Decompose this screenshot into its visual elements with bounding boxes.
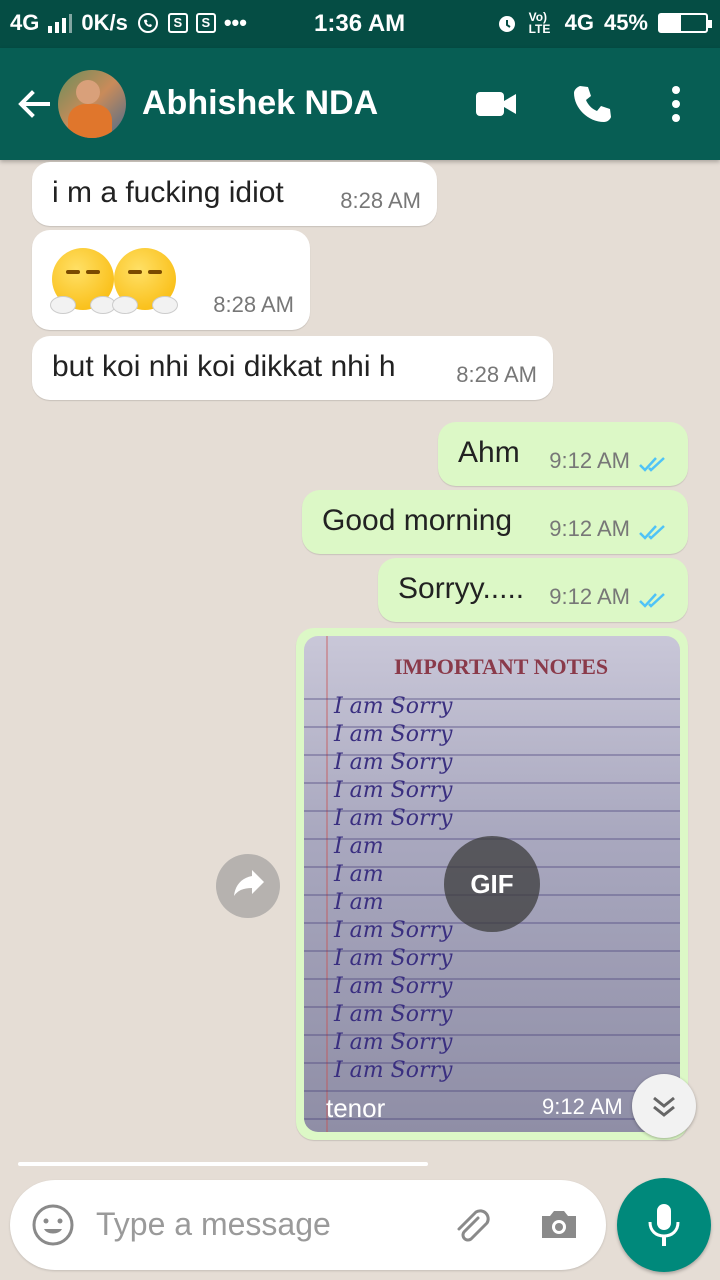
emoji-icon[interactable] <box>30 1202 76 1248</box>
message-outgoing[interactable]: Sorryy..... 9:12 AM <box>378 558 688 622</box>
tenor-label: tenor <box>326 1093 386 1123</box>
screenshot-notification-icon-2: S <box>195 13 216 33</box>
gif-handwritten-line: I am Sorry <box>334 694 453 719</box>
gif-handwritten-line: I am Sorry <box>334 1002 453 1027</box>
message-incoming[interactable]: but koi nhi koi dikkat nhi h 8:28 AM <box>32 336 553 400</box>
gif-notes-title: IMPORTANT NOTES <box>394 654 609 679</box>
mic-icon <box>648 1204 680 1246</box>
message-time: 9:12 AM <box>549 584 630 609</box>
gif-handwritten-line: I am <box>334 862 384 887</box>
screenshot-notification-icon: S <box>167 13 188 33</box>
gif-handwritten-line: I am Sorry <box>334 946 453 971</box>
gif-handwritten-line: I am Sorry <box>334 974 453 999</box>
steam-face-emoji <box>112 248 178 314</box>
gif-handwritten-line: I am <box>334 834 384 859</box>
clock: 1:36 AM <box>314 10 406 37</box>
message-time: 8:28 AM <box>340 188 421 213</box>
message-time: 8:28 AM <box>213 292 294 317</box>
gif-play-badge[interactable]: GIF <box>444 836 540 932</box>
status-bar: 4G 0K/s S S ••• 1:36 AM Vo) LTE 4G 45% <box>0 0 720 48</box>
contact-name[interactable]: Abhishek NDA <box>142 84 378 123</box>
video-call-icon[interactable] <box>474 82 518 126</box>
message-outgoing[interactable]: Ahm 9:12 AM <box>438 422 688 486</box>
gif-handwritten-line: I am Sorry <box>334 722 453 747</box>
divider <box>18 1162 428 1166</box>
network-label: 4G <box>10 10 40 35</box>
camera-icon[interactable] <box>536 1202 582 1248</box>
gif-handwritten-line: I am Sorry <box>334 778 453 803</box>
chat-header: Abhishek NDA <box>0 48 720 160</box>
volte-label: Vo) LTE <box>528 10 551 36</box>
phone-icon[interactable] <box>570 82 614 126</box>
gif-handwritten-line: I am Sorry <box>334 1058 453 1083</box>
forward-icon <box>234 870 264 896</box>
battery-icon <box>658 13 712 33</box>
chat-area[interactable]: i m a fucking idiot 8:28 AM 8:28 AM but … <box>0 160 720 1170</box>
contact-avatar[interactable] <box>58 70 126 138</box>
message-text: Good morning <box>322 504 513 537</box>
message-outgoing-gif[interactable]: IMPORTANT NOTES I am Sorry I am Sorry I am… <box>296 628 688 1140</box>
message-incoming[interactable]: 8:28 AM <box>32 230 310 330</box>
message-text: but koi nhi koi dikkat nhi h <box>52 350 396 383</box>
status-left: 4G 0K/s S S ••• <box>10 10 247 36</box>
scroll-to-bottom-button[interactable] <box>632 1074 696 1138</box>
status-right: Vo) LTE 4G 45% <box>495 10 712 36</box>
more-notifications: ••• <box>223 10 247 35</box>
read-ticks-icon <box>639 593 665 608</box>
double-chevron-down-icon <box>653 1096 675 1117</box>
alarm-icon <box>498 16 515 32</box>
voice-record-button[interactable] <box>617 1178 711 1272</box>
message-time: 8:28 AM <box>456 362 537 387</box>
gif-handwritten-line: I am Sorry <box>334 1030 453 1055</box>
message-outgoing[interactable]: Good morning 9:12 AM <box>302 490 688 554</box>
battery-percent: 45% <box>603 10 648 35</box>
read-ticks-icon <box>639 457 665 472</box>
gif-handwritten-line: I am Sorry <box>334 918 453 943</box>
message-time: 9:12 AM <box>542 1094 623 1119</box>
steam-face-emoji <box>50 248 116 314</box>
message-time: 9:12 AM <box>549 516 630 541</box>
gif-handwritten-line: I am Sorry <box>334 750 453 775</box>
message-input[interactable]: Type a message <box>96 1206 331 1243</box>
whatsapp-notification-icon <box>137 13 158 33</box>
message-text: Sorryy..... <box>398 572 525 605</box>
data-speed: 0K/s <box>81 10 128 35</box>
gif-handwritten-line: I am Sorry <box>334 806 453 831</box>
network2-label: 4G <box>564 10 594 35</box>
signal-icon <box>48 14 73 33</box>
message-text: i m a fucking idiot <box>52 176 284 209</box>
forward-button[interactable] <box>216 854 280 918</box>
battery-level <box>660 15 681 31</box>
message-time: 9:12 AM <box>549 448 630 473</box>
gif-handwritten-line: I am <box>334 890 384 915</box>
more-vert-icon[interactable] <box>654 82 698 126</box>
message-incoming[interactable]: i m a fucking idiot 8:28 AM <box>32 162 437 226</box>
back-arrow-icon[interactable] <box>14 84 54 124</box>
message-text: Ahm <box>458 436 520 469</box>
read-ticks-icon <box>639 525 665 540</box>
message-input-bar[interactable]: Type a message <box>10 1180 606 1270</box>
attach-icon[interactable] <box>448 1202 494 1248</box>
gif-image[interactable]: IMPORTANT NOTES I am Sorry I am Sorry I am… <box>304 636 680 1132</box>
